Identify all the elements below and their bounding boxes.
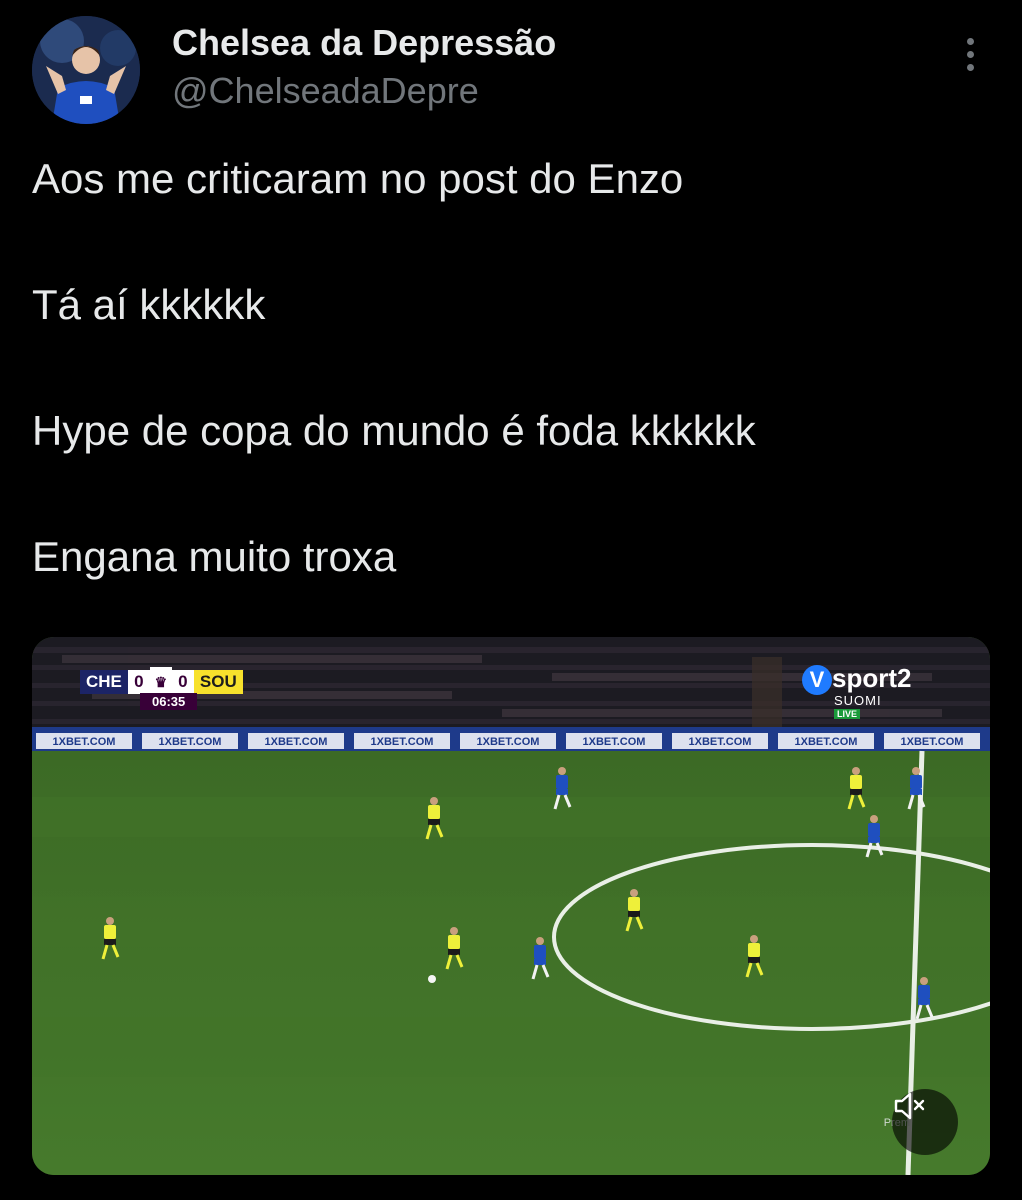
ad-board-text: 1XBET.COM: [583, 736, 646, 748]
match-clock: 06:35: [140, 693, 198, 710]
scoreboard: CHE 0 ♛ 0 SOU: [80, 667, 243, 697]
ad-board-text: 1XBET.COM: [53, 736, 116, 748]
home-score: 0: [127, 670, 150, 694]
mute-button[interactable]: [892, 1089, 958, 1155]
ad-board-text: 1XBET.COM: [371, 736, 434, 748]
ad-board-text: 1XBET.COM: [901, 736, 964, 748]
broadcaster-v-icon: V: [802, 665, 832, 695]
author-name[interactable]: Chelsea da Depressão: [172, 22, 556, 64]
tweet-line: Engana muito troxa: [32, 533, 397, 580]
ball: [428, 975, 436, 983]
ad-board-text: 1XBET.COM: [689, 736, 752, 748]
ad-board-text: 1XBET.COM: [477, 736, 540, 748]
away-team: SOU: [193, 670, 243, 694]
ad-board-text: 1XBET.COM: [795, 736, 858, 748]
broadcaster-name: sport2: [832, 663, 912, 693]
author-handle[interactable]: @ChelseadaDepre: [172, 70, 479, 112]
tweet-header: Chelsea da Depressão @ChelseadaDepre: [32, 16, 990, 124]
tweet-body: Aos me criticaram no post do Enzo Tá aí …: [32, 150, 990, 586]
ad-board-text: 1XBET.COM: [159, 736, 222, 748]
speaker-muted-icon: [894, 1092, 925, 1120]
broadcaster-region: SUOMI: [834, 693, 882, 708]
live-badge: LIVE: [834, 709, 861, 719]
tweet-video[interactable]: 1XBET.COM 1XBET.COM 1XBET.COM 1XBET.COM 1XBE…: [32, 637, 990, 1175]
broadcaster-logo: V sport2 SUOMI LIVE: [802, 663, 942, 723]
away-score: 0: [171, 670, 194, 694]
more-icon[interactable]: [958, 38, 982, 78]
home-team: CHE: [80, 670, 128, 694]
tweet-line: Hype de copa do mundo é foda kkkkkk: [32, 407, 756, 454]
avatar[interactable]: [32, 16, 140, 124]
tweet-line: Tá aí kkkkkk: [32, 281, 266, 328]
tweet-line: Aos me criticaram no post do Enzo: [32, 155, 684, 202]
ad-board-text: 1XBET.COM: [265, 736, 328, 748]
